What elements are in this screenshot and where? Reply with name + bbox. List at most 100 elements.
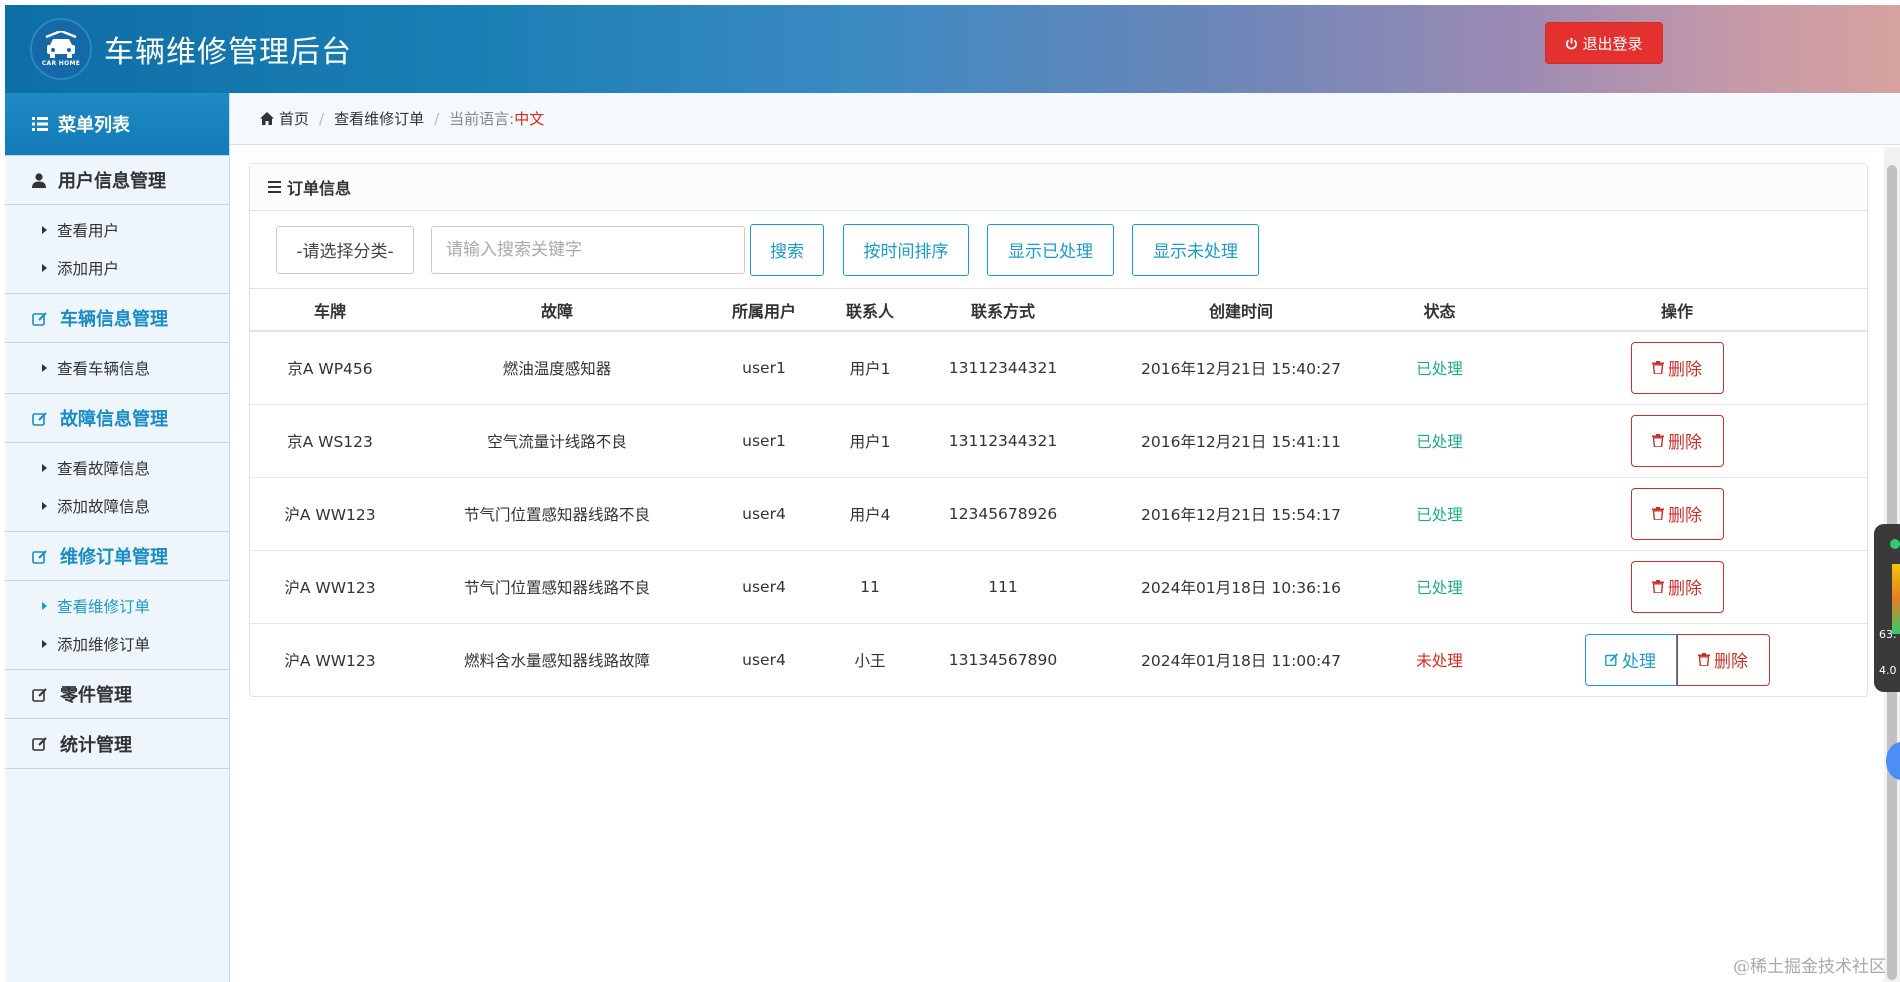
cell-phone: 13112344321 [916,331,1090,405]
cell-user: user4 [704,477,824,551]
delete-button[interactable]: 删除 [1630,560,1724,613]
menu-list-title: 菜单列表 [58,115,130,136]
table-header-row: 车牌 故障 所属用户 联系人 联系方式 创建时间 状态 操作 [250,289,1867,332]
panel-header: 订单信息 [250,164,1867,211]
cell-plate: 京A WP456 [250,331,410,405]
edit-icon [32,411,47,426]
breadcrumb-separator: / [319,109,325,128]
cell-fault: 燃料含水量感知器线路故障 [463,651,650,670]
breadcrumb-current[interactable]: 查看维修订单 [334,108,424,129]
delete-label: 删除 [1714,652,1748,673]
logout-label: 退出登录 [1582,34,1643,53]
logo-text: CAR HOME [41,60,81,67]
cell-contact: 用户1 [824,331,916,405]
sidebar: 菜单列表 用户信息管理 查看用户 添加用户 车辆信息管理 查看车辆信息 故障信息… [5,93,230,982]
delete-button[interactable]: 删除 [1630,487,1724,540]
car-home-logo: CAR HOME [30,18,92,80]
sidebar-group-fault-info[interactable]: 故障信息管理 [5,393,229,443]
orders-panel: 订单信息 -请选择分类- 搜索 按时间排序 显示已处理 显示未处理 车牌 故障 … [249,163,1868,697]
cell-phone: 12345678926 [916,477,1090,551]
sidebar-item-label: 查看用户 [57,222,120,240]
cell-status: 已处理 [1392,550,1487,624]
table-row: 沪A WW123 节气门位置感知器线路不良 user4 用户4 12345678… [250,477,1867,551]
action-button-group: 处理 删除 [1584,633,1770,686]
search-input[interactable] [431,225,745,274]
sidebar-group-vehicle-info[interactable]: 车辆信息管理 [5,293,229,343]
table-row: 沪A WW123 燃料含水量感知器线路故障 user4 小王 131345678… [250,623,1867,696]
col-fault: 故障 [410,289,704,332]
edit-icon [32,311,47,326]
cell-actions: 删除 [1487,404,1867,478]
process-button[interactable]: 处理 [1584,633,1677,686]
sidebar-item-label: 查看车辆信息 [57,360,151,378]
group-label: 零件管理 [60,685,132,706]
sidebar-item-view-faults[interactable]: 查看故障信息 [5,449,229,487]
sidebar-group-user-info[interactable]: 用户信息管理 [5,155,229,205]
group-label: 统计管理 [60,734,132,756]
sidebar-item-view-vehicles[interactable]: 查看车辆信息 [5,349,229,387]
cell-plate: 沪A WW123 [250,477,410,551]
show-todo-button[interactable]: 显示未处理 [1132,223,1259,276]
network-speed-widget[interactable]: 63. 4.0 [1874,524,1900,692]
search-button[interactable]: 搜索 [750,223,824,276]
table-row: 京A WS123 空气流量计线路不良 user1 用户1 13112344321… [250,404,1867,478]
cell-actions: 删除 [1487,331,1867,405]
cell-created: 2024年01月18日 10:36:16 [1090,550,1392,624]
cell-created: 2016年12月21日 15:54:17 [1090,477,1392,551]
cell-plate: 沪A WW123 [284,651,376,670]
cell-fault: 节气门位置感知器线路不良 [410,550,704,624]
table-row: 沪A WW123 节气门位置感知器线路不良 user4 11 111 2024年… [250,550,1867,624]
caret-right-icon [42,226,47,234]
trash-icon [1652,361,1664,375]
sort-by-time-button[interactable]: 按时间排序 [843,223,969,276]
logout-button[interactable]: 退出登录 [1545,22,1663,64]
cell-actions: 删除 [1487,477,1867,551]
delete-button[interactable]: 删除 [1630,341,1724,394]
power-icon [1566,37,1578,49]
speed-bar-icon [1892,564,1900,634]
trash-icon [1652,434,1664,447]
cell-created: 2016年12月21日 15:40:27 [1090,331,1392,405]
cell-status: 未处理 [1416,651,1463,670]
delete-button[interactable]: 删除 [1630,414,1724,467]
speed-value-down: 4.0 [1879,664,1897,677]
process-label: 处理 [1622,652,1656,673]
edit-icon [32,737,47,751]
delete-label: 删除 [1668,360,1702,381]
sidebar-group-parts[interactable]: 零件管理 [5,669,229,719]
cell-created: 2024年01月18日 11:00:47 [1141,651,1341,670]
sidebar-item-add-order[interactable]: 添加维修订单 [5,625,229,663]
group-label: 车辆信息管理 [60,309,168,330]
cell-phone: 13134567890 [948,650,1058,669]
sidebar-item-label: 添加用户 [57,260,120,278]
delete-button[interactable]: 删除 [1676,633,1770,686]
cell-status: 已处理 [1392,477,1487,551]
trash-icon [1652,507,1664,520]
cell-phone: 13112344321 [916,404,1090,478]
sidebar-item-view-orders[interactable]: 查看维修订单 [5,587,229,625]
caret-right-icon [42,264,47,272]
caret-right-icon [42,602,47,610]
cell-contact: 用户4 [824,477,916,551]
cell-fault: 燃油温度感知器 [410,331,704,405]
trash-icon [1652,580,1664,593]
caret-right-icon [42,464,47,472]
sidebar-group-statistics[interactable]: 统计管理 [5,719,229,769]
show-done-button[interactable]: 显示已处理 [987,223,1114,276]
edit-icon [32,687,47,702]
sidebar-item-label: 查看故障信息 [57,460,151,478]
breadcrumb-home[interactable]: 首页 [279,108,309,129]
sidebar-item-add-user[interactable]: 添加用户 [5,249,229,287]
group-label: 故障信息管理 [60,409,168,430]
table-row: 京A WP456 燃油温度感知器 user1 用户1 13112344321 2… [250,331,1867,405]
group-label: 维修订单管理 [60,547,168,568]
category-select[interactable]: -请选择分类- [276,225,414,274]
sidebar-item-view-users[interactable]: 查看用户 [5,211,229,249]
status-dot-icon [1890,539,1900,549]
language-value: 中文 [514,110,545,128]
menu-list-header: 菜单列表 [5,93,229,155]
sidebar-item-add-fault[interactable]: 添加故障信息 [5,487,229,525]
list-icon [32,117,48,131]
breadcrumb: 首页 / 查看维修订单 / 当前语言: 中文 [230,93,1900,145]
sidebar-group-repair-orders[interactable]: 维修订单管理 [5,531,229,581]
